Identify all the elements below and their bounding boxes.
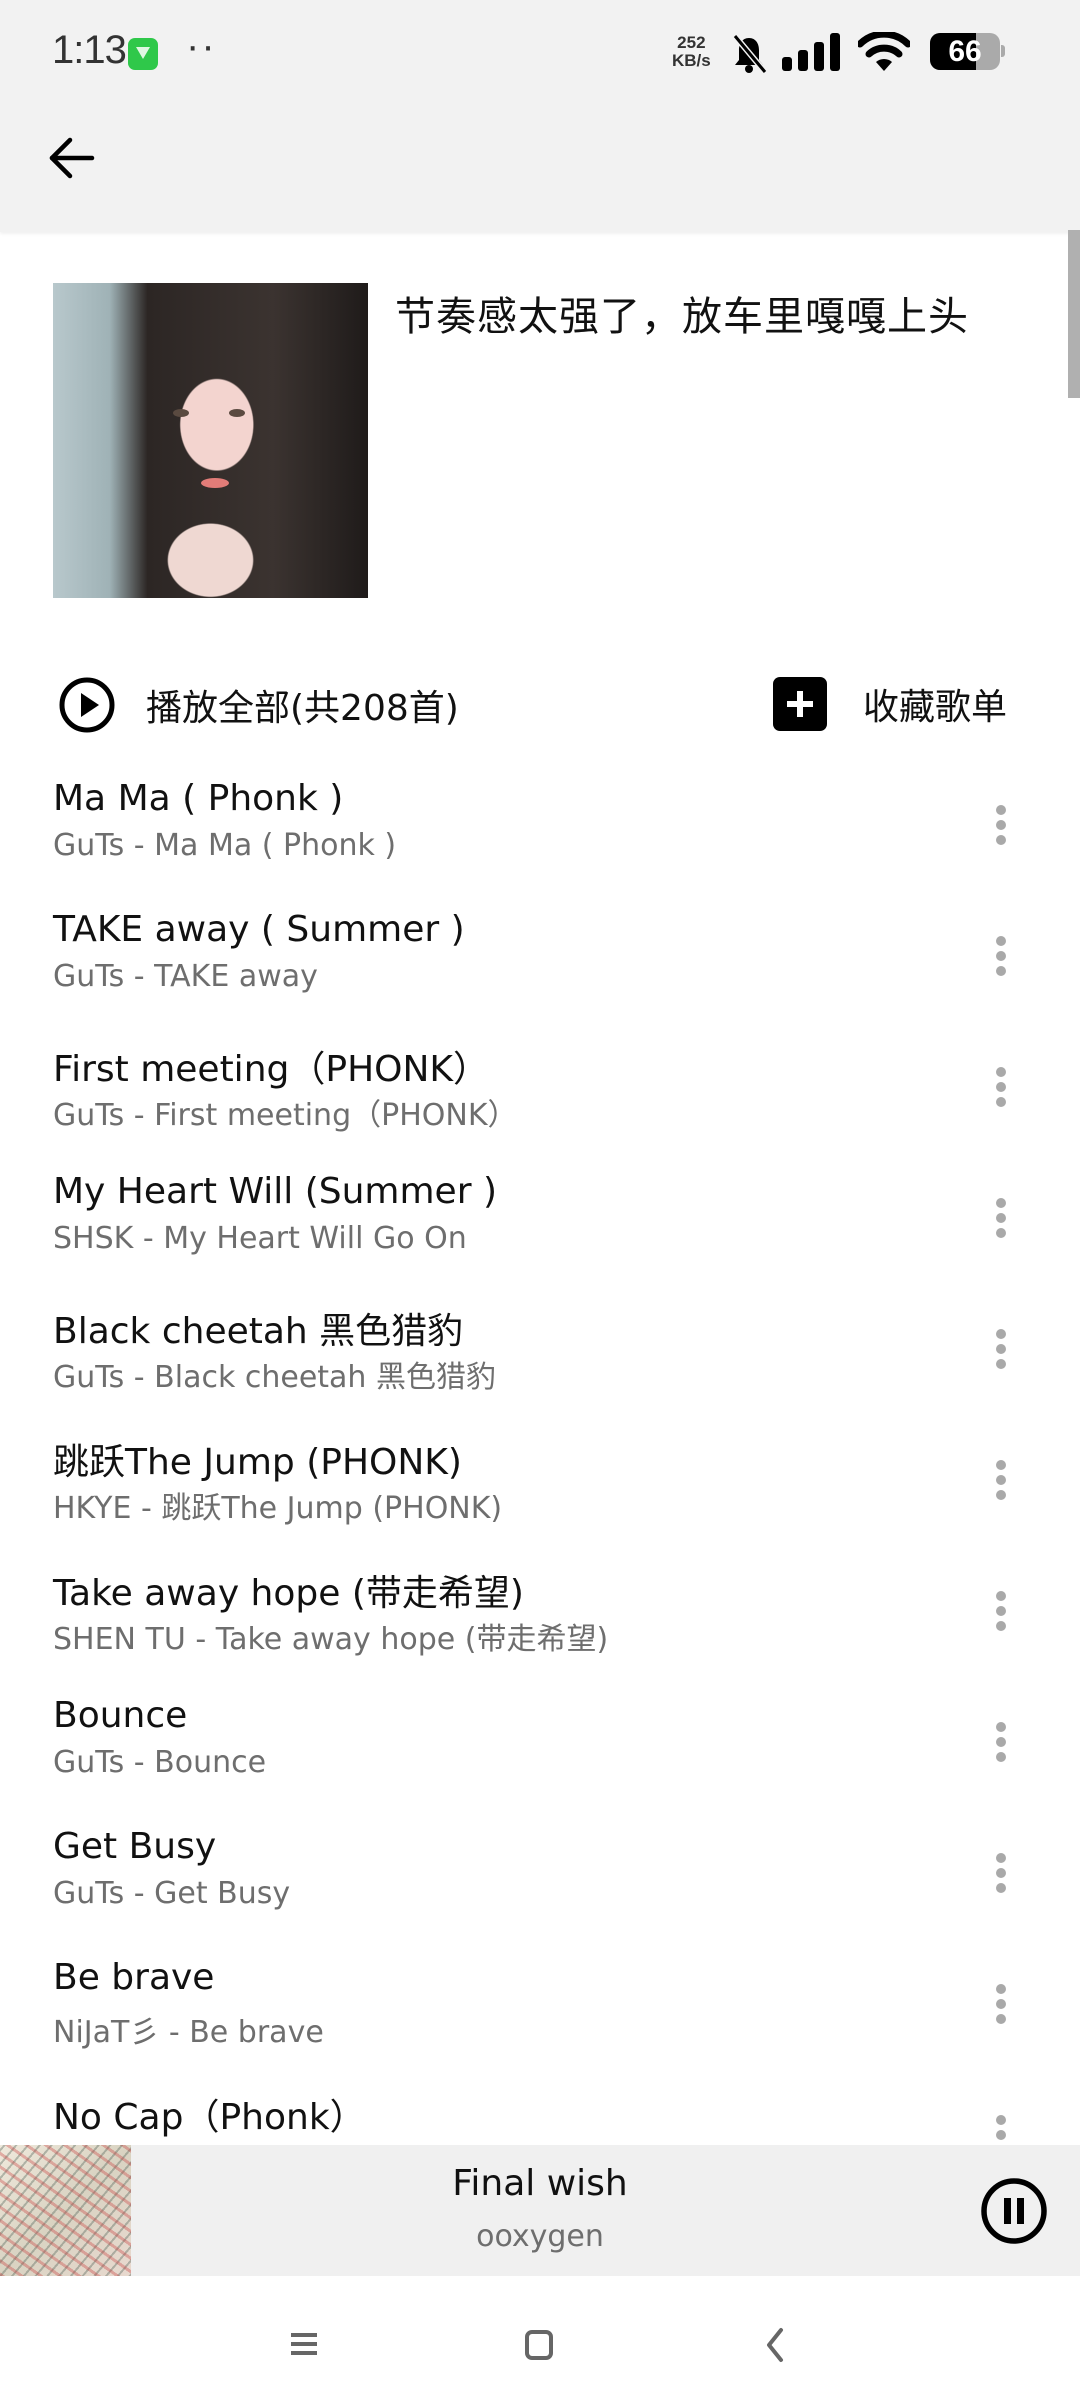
battery-icon: 66 <box>930 33 1000 70</box>
song-title: Black cheetah 黑色猎豹 <box>53 1311 464 1352</box>
mute-bell-icon <box>732 34 767 74</box>
more-options-icon[interactable] <box>986 2110 1016 2145</box>
song-row[interactable]: Black cheetah 黑色猎豹 GuTs - Black cheetah … <box>0 1294 1068 1425</box>
song-title: My Heart Will (Summer ) <box>53 1171 497 1212</box>
home-icon[interactable] <box>509 2314 569 2374</box>
song-title: 跳跃The Jump (PHONK) <box>53 1442 462 1483</box>
now-playing-artist: ooxygen <box>476 2219 604 2254</box>
battery-level: 66 <box>948 35 982 68</box>
song-title: No Cap（Phonk） <box>53 2097 366 2138</box>
more-options-icon[interactable] <box>986 1717 1016 1767</box>
song-title: Get Busy <box>53 1826 217 1867</box>
song-title: Bounce <box>53 1695 188 1736</box>
song-row[interactable]: First meeting（PHONK） GuTs - First meetin… <box>0 1032 1068 1163</box>
song-row[interactable]: Take away hope (带走希望) SHEN TU - Take awa… <box>0 1556 1068 1687</box>
song-artist-subtitle: SHEN TU - Take away hope (带走希望) <box>53 1622 609 1657</box>
mini-player[interactable]: Final wish ooxygen <box>0 2145 1080 2276</box>
plus-box-icon <box>773 677 827 731</box>
back-arrow-icon[interactable] <box>44 130 100 186</box>
song-row[interactable]: Ma Ma ( Phonk ) GuTs - Ma Ma ( Phonk ) <box>0 770 1068 901</box>
collect-playlist-label: 收藏歌单 <box>863 687 1008 728</box>
network-speed-unit: KB/s <box>672 51 711 70</box>
more-options-icon[interactable] <box>986 1193 1016 1243</box>
cover-detail <box>172 409 189 417</box>
collect-playlist-button[interactable]: 收藏歌单 <box>773 675 1007 733</box>
pause-button[interactable] <box>980 2177 1048 2245</box>
playlist-title: 节奏感太强了，放车里嘎嘎上头 <box>395 294 969 340</box>
wifi-icon <box>858 32 910 71</box>
song-artist-subtitle: GuTs - Get Busy <box>53 1876 291 1911</box>
song-artist-subtitle: GuTs - TAKE away <box>53 959 318 994</box>
song-artist-subtitle: HKYE - 跳跃The Jump (PHONK) <box>53 1491 503 1526</box>
back-icon[interactable] <box>745 2314 805 2374</box>
top-bar: 1:13 ·· 252 KB/s 66 <box>0 0 1080 232</box>
song-artist-subtitle: GuTs - Bounce <box>53 1745 267 1780</box>
play-circle-icon <box>59 677 115 733</box>
song-row[interactable]: Get Busy GuTs - Get Busy <box>0 1818 1068 1949</box>
menu-icon[interactable] <box>274 2314 334 2374</box>
more-options-icon[interactable] <box>986 800 1016 850</box>
status-time: 1:13 <box>52 28 127 72</box>
network-speed-value: 252 <box>677 33 706 52</box>
song-title: First meeting（PHONK） <box>53 1049 490 1090</box>
system-nav-bar <box>0 2276 1080 2400</box>
cover-detail <box>201 478 230 489</box>
song-title: TAKE away ( Summer ) <box>53 909 465 950</box>
cover-detail <box>229 409 246 417</box>
play-all-label: 播放全部(共208首) <box>146 688 459 729</box>
scrollbar-thumb[interactable] <box>1068 230 1080 398</box>
song-title: Take away hope (带走希望) <box>53 1573 524 1614</box>
playlist-cover-image[interactable] <box>53 283 368 598</box>
more-options-icon[interactable] <box>986 1062 1016 1112</box>
song-artist-subtitle: GuTs - Black cheetah 黑色猎豹 <box>53 1360 496 1395</box>
more-options-icon[interactable] <box>986 1455 1016 1505</box>
song-list: Ma Ma ( Phonk ) GuTs - Ma Ma ( Phonk ) T… <box>0 770 1068 2145</box>
song-title: Be brave <box>53 1957 215 1998</box>
song-artist-subtitle: SHSK - My Heart Will Go On <box>53 1221 467 1256</box>
more-options-icon[interactable] <box>986 1979 1016 2029</box>
song-row[interactable]: Be brave NiJaT彡 - Be brave <box>0 1949 1068 2080</box>
signal-icon <box>782 33 840 71</box>
network-speed: 252 KB/s <box>672 34 711 70</box>
song-row[interactable]: 跳跃The Jump (PHONK) HKYE - 跳跃The Jump (PH… <box>0 1425 1068 1556</box>
app-download-icon <box>128 38 158 70</box>
battery-tip <box>1001 45 1005 57</box>
song-artist-subtitle: GuTs - First meeting（PHONK） <box>53 1098 518 1133</box>
more-options-icon[interactable] <box>986 931 1016 981</box>
more-options-icon[interactable] <box>986 1848 1016 1898</box>
song-row[interactable]: My Heart Will (Summer ) SHSK - My Heart … <box>0 1163 1068 1294</box>
play-all-button[interactable]: 播放全部(共208首) <box>58 675 459 735</box>
song-artist-subtitle: GuTs - Ma Ma ( Phonk ) <box>53 828 397 863</box>
song-row[interactable]: TAKE away ( Summer ) GuTs - TAKE away <box>0 901 1068 1032</box>
more-options-icon[interactable] <box>986 1324 1016 1374</box>
song-row[interactable]: No Cap（Phonk） <box>0 2080 1068 2145</box>
now-playing-title: Final wish <box>452 2163 628 2204</box>
song-title: Ma Ma ( Phonk ) <box>53 778 344 819</box>
notification-dots-icon: ·· <box>186 24 217 68</box>
song-artist-subtitle: NiJaT彡 - Be brave <box>53 2015 324 2050</box>
song-row[interactable]: Bounce GuTs - Bounce <box>0 1687 1068 1818</box>
more-options-icon[interactable] <box>986 1586 1016 1636</box>
